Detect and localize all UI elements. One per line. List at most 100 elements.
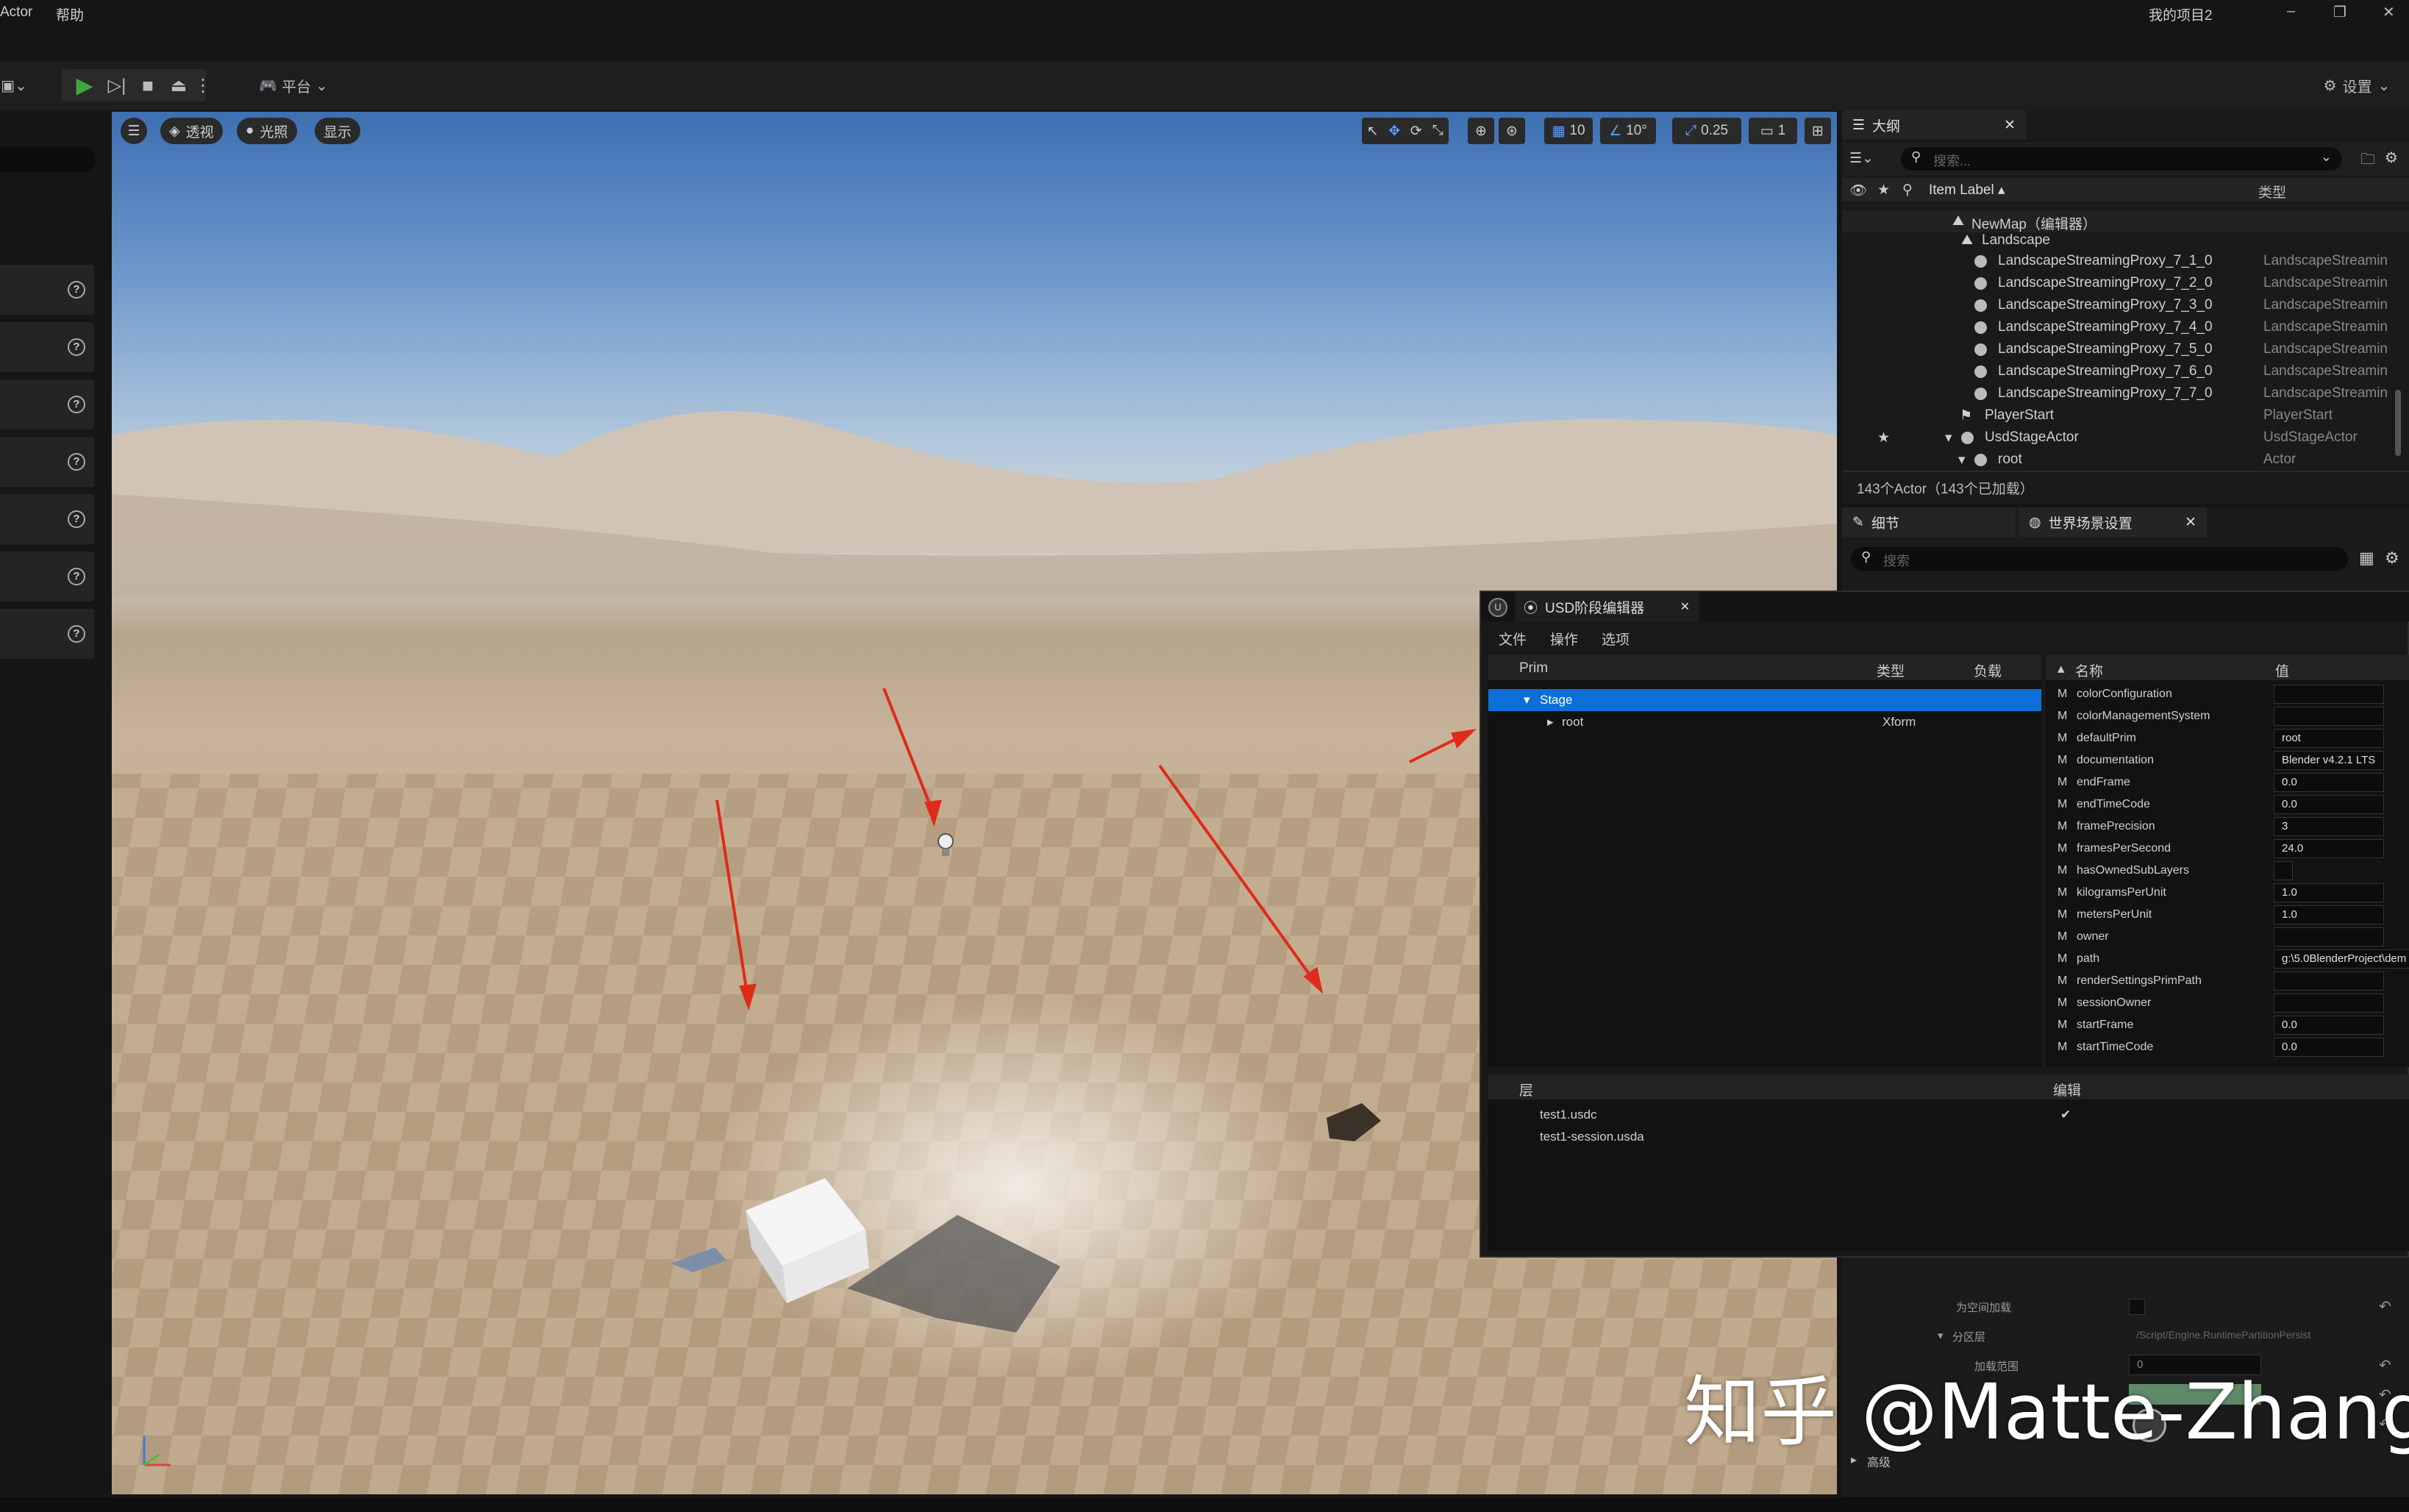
property-row[interactable]: Mowner (2046, 926, 2409, 948)
outliner-row[interactable]: ▾ root Actor (1842, 449, 2409, 471)
star-icon[interactable]: ★ (1877, 182, 1890, 199)
surface-snap-icon[interactable]: ⊛ (1499, 118, 1525, 144)
prop-value[interactable]: 1.0 (2274, 883, 2384, 902)
rotation-snap[interactable]: ∠ 10° (1600, 118, 1656, 144)
mode-dropdown[interactable]: ▣⌄ (0, 71, 28, 100)
close-icon[interactable]: ✕ (2185, 514, 2196, 531)
property-row[interactable]: MkilogramsPerUnit 1.0 (2046, 882, 2409, 904)
col-name[interactable]: 名称 (2075, 660, 2103, 680)
prop-value[interactable]: 0.0 (2274, 773, 2384, 792)
layout-icon[interactable]: ⊞ (1805, 118, 1831, 144)
outliner-row[interactable]: ★ ▾ UsdStageActor UsdStageActor (1842, 427, 2409, 449)
layer-row[interactable]: test1-session.usda (1488, 1126, 2409, 1148)
help-icon[interactable]: ? (68, 338, 85, 356)
prop-value[interactable]: root (2274, 729, 2384, 748)
property-row[interactable]: McolorConfiguration (2046, 683, 2409, 705)
outliner-search-input[interactable]: ⚲ 搜索... ⌄ (1901, 147, 2342, 171)
prop-value[interactable]: 24.0 (2274, 839, 2384, 858)
viewport-menu-button[interactable]: ☰ (121, 118, 147, 144)
outliner-row[interactable]: LandscapeStreamingProxy_7_3_0 LandscapeSt… (1842, 294, 2409, 316)
more-icon[interactable]: ⋮ (194, 71, 212, 100)
tab-world-settings[interactable]: ◍ 世界场景设置 ✕ (2019, 507, 2207, 537)
prop-value[interactable]: g:\5.0BlenderProject\dem (2274, 949, 2409, 969)
property-row[interactable]: MframesPerSecond 24.0 (2046, 838, 2409, 860)
load-space-checkbox[interactable] (2129, 1299, 2145, 1315)
close-icon[interactable]: ✕ (2004, 117, 2016, 134)
tab-details[interactable]: ✎ 细节 (1842, 507, 2016, 537)
filter-icon[interactable]: ☰⌄ (1849, 150, 1874, 167)
help-icon[interactable]: ? (68, 568, 85, 585)
show-button[interactable]: 显示 (315, 118, 361, 144)
tab-outliner[interactable]: ☰ 大纲 ✕ (1842, 110, 2026, 140)
help-icon[interactable]: ? (68, 281, 85, 299)
perspective-button[interactable]: ◈ 透视 (160, 118, 223, 144)
outliner-row[interactable]: LandscapeStreamingProxy_7_7_0 LandscapeSt… (1842, 382, 2409, 404)
prop-value[interactable] (2274, 707, 2384, 726)
prim-row-stage[interactable]: ▾ Stage (1488, 689, 2041, 711)
col-payload[interactable]: 负载 (1974, 660, 2002, 680)
col-edit[interactable]: 编辑 (2053, 1080, 2081, 1099)
col-value[interactable]: 值 (2275, 660, 2289, 680)
gear-icon[interactable]: ⚙ (2385, 149, 2398, 167)
outliner-row[interactable]: LandscapeStreamingProxy_7_1_0 LandscapeSt… (1842, 250, 2409, 272)
property-row[interactable]: MrenderSettingsPrimPath (2046, 970, 2409, 992)
left-search-field[interactable] (0, 147, 96, 172)
scale-snap[interactable]: ⤢ 0.25 (1672, 118, 1741, 144)
property-row[interactable]: MsessionOwner (2046, 992, 2409, 1014)
lit-button[interactable]: ● 光照 (237, 118, 297, 144)
prop-value[interactable]: 0.0 (2274, 795, 2384, 814)
property-row[interactable]: MframePrecision 3 (2046, 816, 2409, 838)
help-icon[interactable]: ? (68, 453, 85, 471)
close-icon[interactable]: ✕ (1680, 599, 1690, 614)
outliner-row[interactable]: LandscapeStreamingProxy_7_4_0 LandscapeSt… (1842, 316, 2409, 338)
help-icon[interactable]: ? (68, 396, 85, 413)
prop-value[interactable] (2274, 971, 2384, 991)
outliner-row[interactable]: ⚑ PlayerStart PlayerStart (1842, 404, 2409, 427)
scale-icon[interactable]: ⤡ (1427, 123, 1449, 139)
menu-actor[interactable]: Actor (0, 4, 32, 21)
grid-snap[interactable]: ▦ 10 (1544, 118, 1593, 144)
gear-icon[interactable]: ⚙ (2385, 549, 2399, 568)
col-type[interactable]: 类型 (1877, 660, 1905, 680)
menu-options[interactable]: 选项 (1602, 629, 1630, 649)
settings-button[interactable]: ⚙ 设置 ⌄ (2309, 71, 2405, 100)
prop-value[interactable] (2274, 927, 2384, 946)
property-row[interactable]: MstartTimeCode 0.0 (2046, 1036, 2409, 1058)
prop-value[interactable] (2274, 994, 2384, 1013)
layer-row[interactable]: test1.usdc ✔ (1488, 1104, 2409, 1126)
prop-value[interactable]: Blender v4.2.1 LTS (2274, 751, 2384, 770)
prop-value[interactable]: 0.0 (2274, 1016, 2384, 1035)
play-icon[interactable]: ▶ (71, 71, 99, 100)
menu-help[interactable]: 帮助 (56, 4, 84, 24)
outliner-row[interactable]: ⛰ Landscape (1842, 229, 2409, 252)
property-row[interactable]: Mpath g:\5.0BlenderProject\dem (2046, 948, 2409, 970)
prop-checkbox[interactable] (2274, 861, 2293, 880)
property-row[interactable]: McolorManagementSystem (2046, 705, 2409, 727)
prop-value[interactable]: 3 (2274, 817, 2384, 836)
outliner-row[interactable]: LandscapeStreamingProxy_7_6_0 LandscapeSt… (1842, 360, 2409, 382)
prop-value[interactable]: 0.0 (2274, 1038, 2384, 1057)
prop-value[interactable]: 1.0 (2274, 905, 2384, 924)
menu-file[interactable]: 文件 (1499, 629, 1527, 649)
close-icon[interactable]: ✕ (2383, 3, 2395, 21)
visibility-icon[interactable]: 👁 (1849, 182, 1867, 199)
menu-actions[interactable]: 操作 (1550, 629, 1578, 649)
property-row[interactable]: MdefaultPrim root (2046, 727, 2409, 749)
left-row[interactable]: ? (0, 379, 94, 429)
left-row[interactable]: ? (0, 322, 94, 372)
step-icon[interactable]: ▷| (103, 71, 131, 100)
world-space-icon[interactable]: ⊕ (1468, 118, 1494, 144)
restore-icon[interactable]: ❐ (2333, 3, 2346, 21)
left-row[interactable]: ? (0, 609, 94, 659)
outliner-row[interactable]: LandscapeStreamingProxy_7_2_0 LandscapeSt… (1842, 272, 2409, 294)
property-row[interactable]: MstartFrame 0.0 (2046, 1014, 2409, 1036)
translate-icon[interactable]: ✥ (1384, 123, 1406, 140)
platform-dropdown[interactable]: 🎮 平台 ⌄ (253, 71, 334, 100)
left-row[interactable]: ? (0, 437, 94, 487)
property-row[interactable]: Mdocumentation Blender v4.2.1 LTS (2046, 749, 2409, 771)
reset-icon[interactable]: ↶ (2379, 1297, 2391, 1316)
col-item-label[interactable]: Item Label ▴ (1929, 182, 2005, 199)
col-prim[interactable]: Prim (1519, 660, 1548, 677)
eject-icon[interactable]: ⏏ (165, 71, 193, 100)
pin-icon[interactable]: ⚲ (1902, 182, 1913, 199)
